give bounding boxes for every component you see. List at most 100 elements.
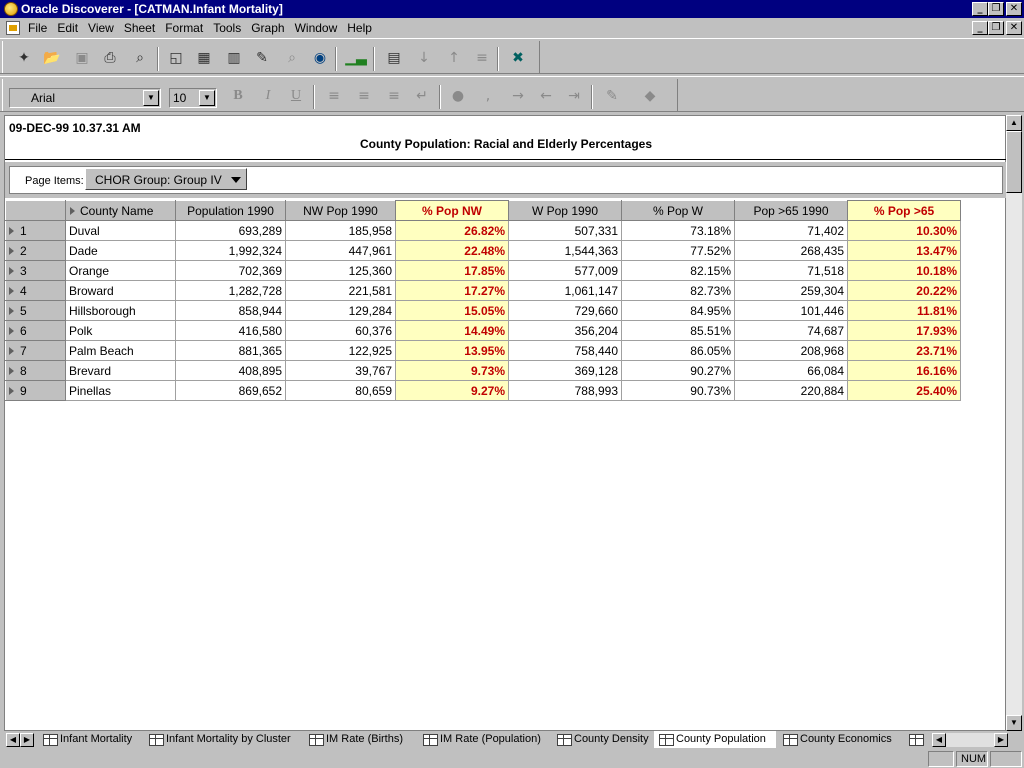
row-number[interactable]: 5 (5, 300, 66, 321)
data-cell[interactable]: 66,084 (734, 360, 848, 381)
bold-button[interactable]: B (227, 85, 249, 107)
new-sheet-icon[interactable]: ◱ (165, 47, 187, 69)
close-button[interactable]: ✕ (1006, 2, 1022, 16)
data-cell[interactable]: 416,580 (175, 320, 286, 341)
data-cell[interactable]: 101,446 (734, 300, 848, 321)
document-icon[interactable] (6, 21, 20, 35)
county-name-cell[interactable]: Dade (65, 240, 176, 261)
table-row[interactable]: 9 Pinellas 869,652 80,659 9.27% 788,993 90.73%… (5, 380, 961, 401)
column-header[interactable]: County Name (65, 200, 176, 221)
crosstab-icon[interactable]: ▥ (223, 47, 245, 69)
data-cell[interactable]: 9.27% (395, 380, 509, 401)
data-cell[interactable]: 577,009 (508, 260, 622, 281)
row-number[interactable]: 4 (5, 280, 66, 301)
menu-view[interactable]: View (84, 21, 120, 35)
data-cell[interactable]: 729,660 (508, 300, 622, 321)
conditional-format-icon[interactable]: ▤ (383, 47, 405, 69)
doc-close-button[interactable]: ✕ (1006, 21, 1022, 35)
data-cell[interactable]: 25.40% (847, 380, 961, 401)
oracle-discoverer-app-icon[interactable] (4, 2, 18, 16)
data-cell[interactable]: 71,402 (734, 220, 848, 241)
data-cell[interactable]: 22.48% (395, 240, 509, 261)
minimize-button[interactable]: _ (972, 2, 988, 16)
open-folder-icon[interactable]: 📂 (41, 47, 63, 69)
data-cell[interactable]: 125,360 (285, 260, 396, 281)
align-left-icon[interactable]: ≡ (323, 85, 345, 107)
data-cell[interactable]: 90.73% (621, 380, 735, 401)
font-size-combo[interactable]: 10 ▼ (169, 88, 217, 108)
print-icon[interactable]: ⎙ (99, 47, 121, 69)
row-number[interactable]: 1 (5, 220, 66, 241)
column-header[interactable]: Pop >65 1990 (734, 200, 848, 221)
table-row[interactable]: 1 Duval 693,289 185,958 26.82% 507,331 73.18% 7… (5, 220, 961, 241)
menu-graph[interactable]: Graph (247, 21, 290, 35)
column-header[interactable]: NW Pop 1990 (285, 200, 396, 221)
table-layout-icon[interactable]: ▦ (193, 47, 215, 69)
data-cell[interactable]: 702,369 (175, 260, 286, 281)
data-cell[interactable]: 82.73% (621, 280, 735, 301)
tab-scroll-left-icon[interactable]: ◀ (6, 733, 20, 747)
new-workbook-icon[interactable]: ✦ (13, 47, 35, 69)
column-header[interactable]: % Pop W (621, 200, 735, 221)
row-number[interactable]: 7 (5, 340, 66, 361)
row-number[interactable]: 8 (5, 360, 66, 381)
data-cell[interactable]: 881,365 (175, 340, 286, 361)
menu-sheet[interactable]: Sheet (120, 21, 161, 35)
tab-partial-icon[interactable] (904, 731, 930, 748)
data-cell[interactable]: 1,544,363 (508, 240, 622, 261)
save-icon[interactable]: ▣ (71, 47, 93, 69)
data-cell[interactable]: 758,440 (508, 340, 622, 361)
data-cell[interactable]: 1,061,147 (508, 280, 622, 301)
data-cell[interactable]: 17.85% (395, 260, 509, 281)
table-row[interactable]: 6 Polk 416,580 60,376 14.49% 356,204 85.51% 74,… (5, 320, 961, 341)
column-header[interactable]: % Pop NW (395, 200, 509, 221)
tab-im-rate-population[interactable]: IM Rate (Population) (418, 731, 550, 748)
county-name-cell[interactable]: Pinellas (65, 380, 176, 401)
data-cell[interactable]: 693,289 (175, 220, 286, 241)
menu-edit[interactable]: Edit (53, 21, 84, 35)
county-name-cell[interactable]: Orange (65, 260, 176, 281)
table-row[interactable]: 8 Brevard 408,895 39,767 9.73% 369,128 90.27% 6… (5, 360, 961, 381)
text-color-icon[interactable]: ✎ (601, 85, 623, 107)
align-right-icon[interactable]: ≡ (383, 85, 405, 107)
restore-button[interactable]: ❐ (988, 2, 1004, 16)
tab-infant-mortality[interactable]: Infant Mortality (38, 731, 142, 748)
wrap-text-icon[interactable]: ↵ (411, 85, 433, 107)
data-cell[interactable]: 268,435 (734, 240, 848, 261)
indent-icon[interactable]: ⇥ (563, 85, 585, 107)
table-row[interactable]: 3 Orange 702,369 125,360 17.85% 577,009 82.15%… (5, 260, 961, 281)
drill-icon[interactable]: ◉ (309, 47, 331, 69)
hscroll-left-icon[interactable]: ◀ (932, 733, 946, 747)
data-cell[interactable]: 1,992,324 (175, 240, 286, 261)
data-cell[interactable]: 26.82% (395, 220, 509, 241)
data-cell[interactable]: 1,282,728 (175, 280, 286, 301)
data-cell[interactable]: 80,659 (285, 380, 396, 401)
data-cell[interactable]: 23.71% (847, 340, 961, 361)
print-preview-icon[interactable]: ⌕ (129, 47, 151, 69)
data-cell[interactable]: 788,993 (508, 380, 622, 401)
county-name-cell[interactable]: Brevard (65, 360, 176, 381)
data-cell[interactable]: 20.22% (847, 280, 961, 301)
horizontal-scrollbar[interactable]: ◀ ▶ (932, 733, 1008, 747)
data-cell[interactable]: 74,687 (734, 320, 848, 341)
vertical-scrollbar[interactable]: ▲ ▼ (1006, 115, 1022, 731)
data-cell[interactable]: 356,204 (508, 320, 622, 341)
row-number[interactable]: 6 (5, 320, 66, 341)
data-cell[interactable]: 10.30% (847, 220, 961, 241)
table-row[interactable]: 4 Broward 1,282,728 221,581 17.27% 1,061,147 8… (5, 280, 961, 301)
currency-icon[interactable]: ● (447, 85, 469, 107)
column-header[interactable]: W Pop 1990 (508, 200, 622, 221)
find-icon[interactable]: ⌕ (281, 47, 303, 69)
sort-descending-icon[interactable]: ↑ (443, 47, 465, 69)
scroll-up-arrow-icon[interactable]: ▲ (1006, 115, 1022, 131)
data-cell[interactable]: 13.95% (395, 340, 509, 361)
county-name-cell[interactable]: Hillsborough (65, 300, 176, 321)
column-header[interactable]: % Pop >65 (847, 200, 961, 221)
data-cell[interactable]: 408,895 (175, 360, 286, 381)
data-cell[interactable]: 129,284 (285, 300, 396, 321)
data-cell[interactable]: 17.27% (395, 280, 509, 301)
comma-icon[interactable]: , (477, 85, 499, 107)
chevron-down-icon[interactable]: ▼ (143, 90, 159, 106)
data-cell[interactable]: 185,958 (285, 220, 396, 241)
data-cell[interactable]: 73.18% (621, 220, 735, 241)
